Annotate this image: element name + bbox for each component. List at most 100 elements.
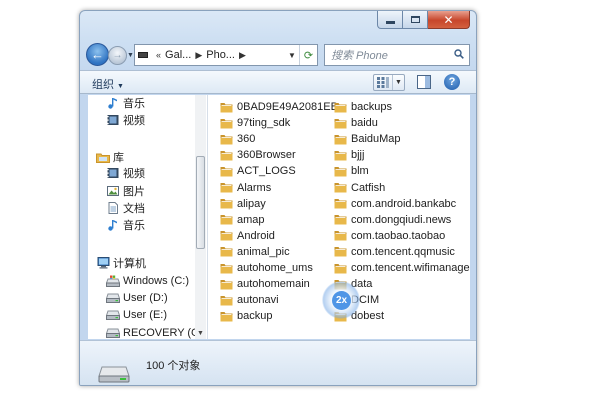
folder-icon xyxy=(220,311,233,322)
search-icon[interactable] xyxy=(454,49,464,59)
folder-icon xyxy=(220,246,233,257)
nav-item-图片[interactable]: 图片 xyxy=(106,183,145,199)
music-icon xyxy=(106,96,120,110)
folder-name: bjjj xyxy=(351,149,365,162)
folder-item[interactable]: backup xyxy=(220,308,272,324)
minimize-button[interactable] xyxy=(377,11,403,29)
address-bar[interactable]: « Gal... ▶ Pho... ▶ ▼ ⟳ xyxy=(134,44,318,66)
folder-name: com.tencent.qqmusic xyxy=(351,245,455,258)
nav-item-库[interactable]: 库 xyxy=(96,149,124,165)
folder-item[interactable]: amap xyxy=(220,212,265,228)
nav-item-音乐[interactable]: 音乐 xyxy=(106,95,145,111)
nav-item-视频[interactable]: 视频 xyxy=(106,165,145,181)
nav-item-user-d[interactable]: User (D:) xyxy=(106,290,168,306)
folder-item[interactable]: 360Browser xyxy=(220,147,296,163)
document-icon xyxy=(106,201,120,215)
search-box[interactable]: 搜索 Phone xyxy=(324,44,470,66)
organize-label: 组织 xyxy=(92,79,114,91)
folder-icon xyxy=(334,150,347,161)
folder-name: autohomemain xyxy=(237,278,310,291)
folder-item[interactable]: Catfish xyxy=(334,180,385,196)
folder-name: com.android.bankabc xyxy=(351,197,457,210)
folder-item[interactable]: animal_pic xyxy=(220,244,290,260)
folder-item[interactable]: baidu xyxy=(334,115,378,131)
folder-item[interactable]: backups xyxy=(334,99,392,115)
folder-item[interactable]: Alarms xyxy=(220,180,271,196)
folder-item[interactable]: com.tencent.wifimanager xyxy=(334,260,470,276)
library-icon xyxy=(96,150,110,164)
refresh-button[interactable]: ⟳ xyxy=(299,45,317,65)
folder-item[interactable]: autonavi xyxy=(220,292,279,308)
nav-item-文档[interactable]: 文档 xyxy=(106,200,145,216)
video-icon xyxy=(106,166,120,180)
refresh-icon: ⟳ xyxy=(303,48,314,62)
folder-item[interactable]: bjjj xyxy=(334,147,364,163)
folder-icon xyxy=(334,198,347,209)
change-view-button[interactable]: ▼ xyxy=(373,74,405,91)
folder-icon xyxy=(334,118,347,129)
folder-icon xyxy=(220,150,233,161)
chevron-down-icon: ▼ xyxy=(117,83,124,90)
breadcrumb-overflow-icon[interactable]: « xyxy=(156,50,161,60)
folder-name: ACT_LOGS xyxy=(237,165,296,178)
close-button[interactable]: ✕ xyxy=(428,11,470,29)
folder-item[interactable]: com.dongqiudi.news xyxy=(334,212,451,228)
maximize-button[interactable] xyxy=(403,11,428,29)
breadcrumb-item-phone[interactable]: Pho... xyxy=(206,49,235,61)
help-icon[interactable]: ? xyxy=(444,74,460,90)
folder-item[interactable]: alipay xyxy=(220,196,266,212)
nav-item-视频[interactable]: 视频 xyxy=(106,112,145,128)
close-icon: ✕ xyxy=(443,12,454,27)
nav-item-label: 视频 xyxy=(123,168,145,180)
address-controls: ▼ ⟳ xyxy=(285,45,317,65)
breadcrumb-chevron-icon[interactable]: ▶ xyxy=(239,50,246,61)
minimize-icon xyxy=(385,20,395,24)
back-button[interactable]: ← xyxy=(86,43,109,66)
computer-icon xyxy=(96,256,110,270)
breadcrumb-chevron-icon[interactable]: ▶ xyxy=(195,50,202,61)
history-dropdown-icon[interactable]: ▼ xyxy=(127,52,134,59)
folder-item[interactable]: autohome_ums xyxy=(220,260,313,276)
nav-item-user-e[interactable]: User (E:) xyxy=(106,307,167,323)
breadcrumb-item-gallery[interactable]: Gal... xyxy=(165,49,191,61)
folder-item[interactable]: Android xyxy=(220,228,275,244)
folder-item[interactable]: com.taobao.taobao xyxy=(334,228,445,244)
folder-name: dobest xyxy=(351,310,385,323)
folder-icon xyxy=(334,230,347,241)
folder-item[interactable]: com.tencent.qqmusic xyxy=(334,244,455,260)
back-arrow-icon: ← xyxy=(91,47,104,62)
folder-name: BaiduMap xyxy=(351,133,401,146)
address-dropdown-icon[interactable]: ▼ xyxy=(285,51,299,60)
drive-icon xyxy=(106,291,120,305)
folder-item[interactable]: com.android.bankabc xyxy=(334,196,456,212)
organize-button[interactable]: 组织 ▼ xyxy=(92,76,124,92)
navigation-pane-scrollbar[interactable]: ▼ xyxy=(195,95,206,339)
folder-name: blm xyxy=(351,165,369,178)
folder-item[interactable]: ACT_LOGS xyxy=(220,163,296,179)
scrollbar-thumb[interactable] xyxy=(196,156,205,249)
scroll-down-icon[interactable]: ▼ xyxy=(197,330,204,337)
folder-item[interactable]: blm xyxy=(334,163,369,179)
folder-item[interactable]: 360 xyxy=(220,131,255,147)
folder-icon xyxy=(334,166,347,177)
folder-item[interactable]: BaiduMap xyxy=(334,131,401,147)
search-input[interactable]: 搜索 Phone xyxy=(331,47,388,63)
item-count-label: 100 个对象 xyxy=(146,360,201,372)
explorer-window: ✕ ← → ▼ « Gal... ▶ Pho... ▶ ▼ ⟳ 搜索 Phone xyxy=(79,10,477,386)
folder-name: animal_pic xyxy=(237,245,290,258)
view-options-dropdown-icon[interactable]: ▼ xyxy=(392,75,404,90)
nav-item-label: 库 xyxy=(113,152,124,164)
nav-item-label: User (E:) xyxy=(123,309,167,321)
folder-item[interactable]: 0BAD9E49A2081EB xyxy=(220,99,338,115)
nav-item-recovery-g[interactable]: RECOVERY (G:) xyxy=(106,325,206,339)
nav-item-音乐[interactable]: 音乐 xyxy=(106,217,145,233)
nav-item-windows-c[interactable]: Windows (C:) xyxy=(106,273,189,289)
folder-name: 97ting_sdk xyxy=(237,117,291,130)
folder-item[interactable]: autohomemain xyxy=(220,276,310,292)
folder-item[interactable]: 97ting_sdk xyxy=(220,115,290,131)
folder-name: Android xyxy=(237,229,275,242)
preview-pane-icon[interactable] xyxy=(417,75,431,89)
folder-icon xyxy=(220,166,233,177)
forward-button[interactable]: → xyxy=(108,46,127,65)
nav-item-计算机[interactable]: 计算机 xyxy=(96,255,146,271)
